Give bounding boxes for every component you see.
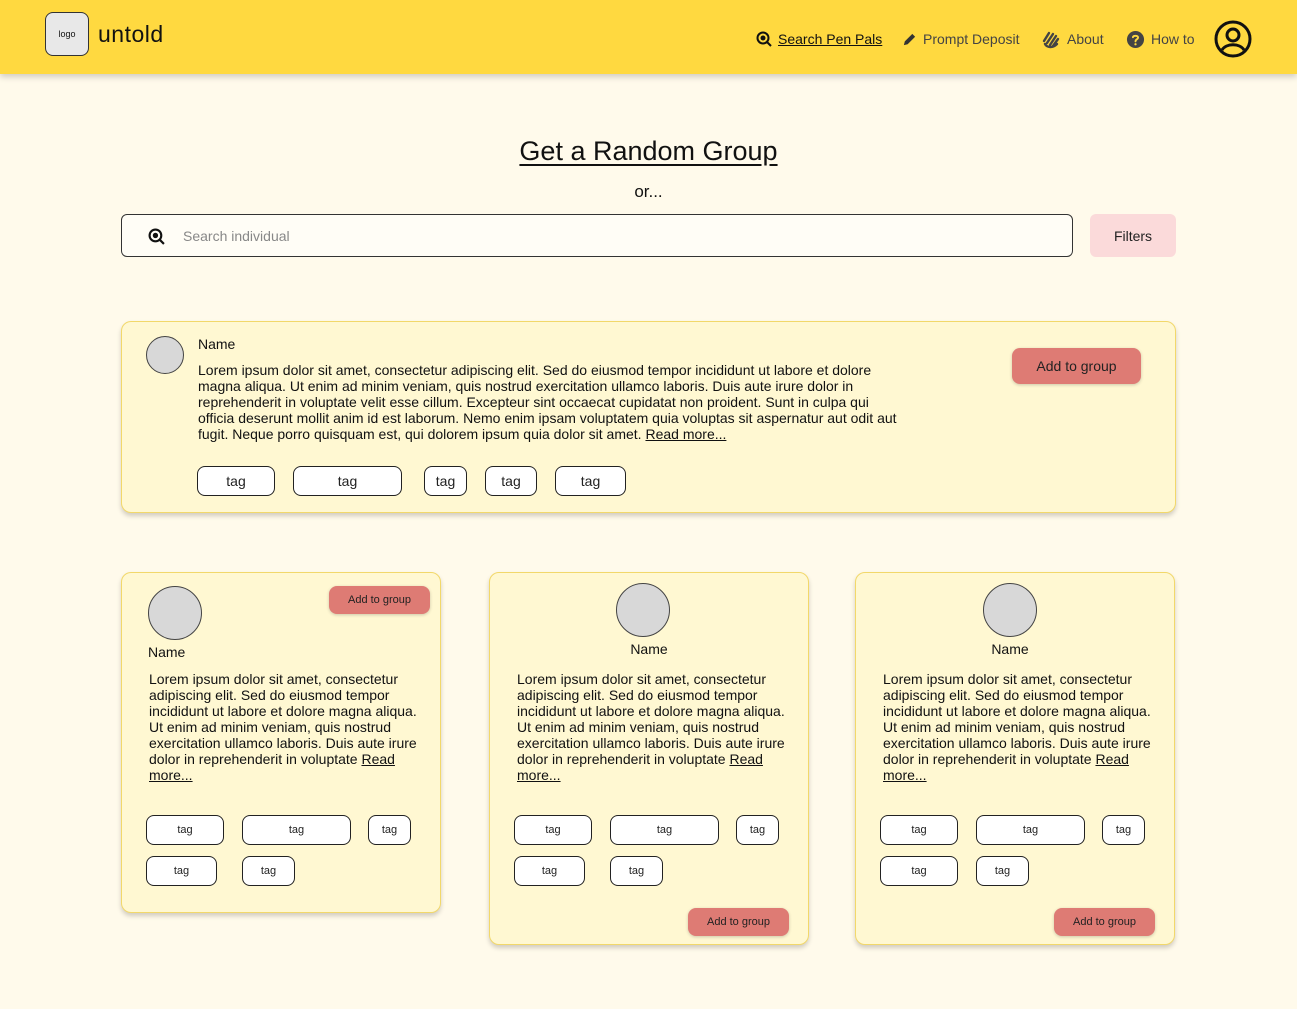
tag-chip[interactable]: tag	[880, 815, 958, 845]
tag-chip[interactable]: tag	[1102, 815, 1145, 845]
tag-chip[interactable]: tag	[242, 856, 295, 886]
help-circle-icon	[1126, 30, 1145, 48]
tag-chip[interactable]: tag	[293, 466, 402, 496]
profile-bio: Lorem ipsum dolor sit amet, consectetur …	[149, 671, 424, 783]
tag-chip[interactable]: tag	[555, 466, 626, 496]
read-more-link[interactable]: Read more...	[645, 426, 726, 442]
tag-chip[interactable]: tag	[242, 815, 351, 845]
profile-name: Name	[148, 644, 186, 660]
tag-chip[interactable]: tag	[485, 466, 537, 496]
profile-card: Add to group Name Lorem ipsum dolor sit …	[121, 572, 441, 913]
avatar	[146, 336, 184, 374]
profile-icon[interactable]	[1214, 20, 1252, 58]
tag-chip[interactable]: tag	[146, 815, 224, 845]
nav-label: About	[1067, 31, 1104, 47]
profile-bio: Lorem ipsum dolor sit amet, consectetur …	[517, 671, 792, 783]
tag-chip[interactable]: tag	[368, 815, 411, 845]
search-icon	[148, 228, 165, 245]
nav-search-pen-pals[interactable]: Search Pen Pals	[756, 29, 882, 49]
brand-name[interactable]: untold	[98, 21, 164, 48]
random-group-heading: Get a Random Group	[0, 136, 1297, 167]
nav-prompt-deposit[interactable]: Prompt Deposit	[902, 29, 1019, 49]
pencil-icon	[903, 33, 916, 45]
avatar	[983, 583, 1037, 637]
add-to-group-button[interactable]: Add to group	[1054, 908, 1155, 936]
search-icon	[756, 31, 772, 47]
tag-chip[interactable]: tag	[736, 815, 779, 845]
nav-label: How to	[1151, 31, 1195, 47]
tag-chip[interactable]: tag	[146, 856, 217, 886]
top-header: logo untold Search Pen Pals Prompt Depos…	[0, 0, 1297, 74]
tag-chip[interactable]: tag	[610, 815, 719, 845]
profile-bio: Lorem ipsum dolor sit amet, consectetur …	[198, 362, 898, 442]
featured-profile-card: Name Lorem ipsum dolor sit amet, consect…	[121, 321, 1176, 513]
profile-bio: Lorem ipsum dolor sit amet, consectetur …	[883, 671, 1158, 783]
tag-chip[interactable]: tag	[880, 856, 958, 886]
tag-chip[interactable]: tag	[197, 466, 275, 496]
filters-button[interactable]: Filters	[1090, 214, 1176, 257]
avatar	[148, 586, 202, 640]
search-input[interactable]	[183, 225, 1043, 247]
profile-name: Name	[630, 641, 668, 657]
profile-card: Name Lorem ipsum dolor sit amet, consect…	[855, 572, 1175, 945]
nav-label: Prompt Deposit	[923, 31, 1020, 47]
add-to-group-button[interactable]: Add to group	[1012, 348, 1141, 384]
tag-chip[interactable]: tag	[514, 815, 592, 845]
profile-name: Name	[198, 336, 236, 352]
tag-chip[interactable]: tag	[976, 815, 1085, 845]
bio-text: Lorem ipsum dolor sit amet, consectetur …	[198, 362, 897, 442]
nav-how-to[interactable]: How to	[1126, 29, 1195, 49]
avatar	[616, 583, 670, 637]
add-to-group-button[interactable]: Add to group	[329, 586, 430, 614]
or-text: or...	[634, 182, 663, 201]
nav-label: Search Pen Pals	[778, 31, 883, 47]
nav-about[interactable]: About	[1041, 29, 1104, 49]
profile-name: Name	[991, 641, 1029, 657]
search-bar[interactable]	[121, 214, 1073, 257]
tag-chip[interactable]: tag	[424, 466, 467, 496]
profile-card: Name Lorem ipsum dolor sit amet, consect…	[489, 572, 809, 945]
tag-chip[interactable]: tag	[976, 856, 1029, 886]
tag-chip[interactable]: tag	[610, 856, 663, 886]
get-random-group-link[interactable]: Get a Random Group	[519, 136, 777, 166]
tag-chip[interactable]: tag	[514, 856, 585, 886]
wave-hand-icon	[1042, 31, 1060, 49]
logo[interactable]: logo	[45, 12, 89, 56]
add-to-group-button[interactable]: Add to group	[688, 908, 789, 936]
